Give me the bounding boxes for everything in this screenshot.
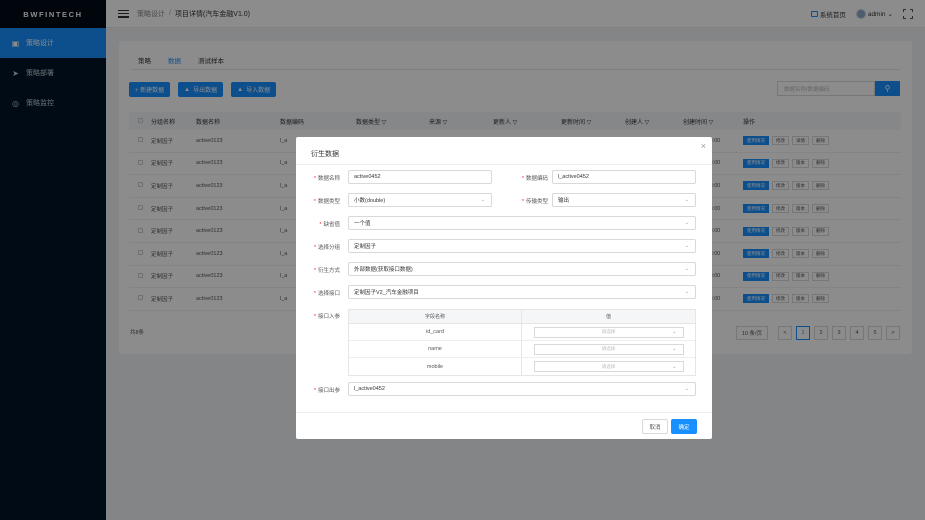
- param-value-select[interactable]: 请选择 ⌄: [533, 361, 684, 372]
- transfer-label: * 传输类型: [521, 199, 548, 205]
- table-row: mobile 请选择 ⌄: [349, 358, 695, 375]
- table-row: name 请选择 ⌄: [349, 341, 695, 358]
- method-label: * 衍生方式: [313, 268, 340, 274]
- name-field[interactable]: active0452: [348, 170, 492, 184]
- table-row: id_card 请选择 ⌄: [349, 324, 695, 341]
- transfer-select-value: 输出: [558, 198, 570, 204]
- chevron-down-icon: ⌄: [684, 289, 689, 295]
- type-select-value: 小数(double): [354, 198, 386, 204]
- group-select[interactable]: 定制因子 ⌄: [348, 239, 696, 253]
- api-select-value: 定制因子V2_汽车金融项目: [354, 290, 419, 296]
- group-select-value: 定制因子: [354, 244, 377, 250]
- param-name: id_card: [349, 324, 522, 340]
- name-label: * 数据名称: [313, 176, 340, 182]
- param-name: mobile: [349, 358, 522, 375]
- param-value-placeholder: 请选择: [601, 363, 616, 369]
- cancel-button[interactable]: 取消: [642, 419, 668, 434]
- param-value-select[interactable]: 请选择 ⌄: [533, 343, 684, 355]
- code-label: * 数据编码: [521, 176, 548, 182]
- code-field[interactable]: l_active0452: [552, 170, 696, 184]
- chevron-down-icon: ⌄: [480, 197, 485, 203]
- param-name: name: [349, 341, 522, 357]
- output-params-label: * 接口出参: [313, 388, 340, 394]
- param-value-placeholder: 请选择: [601, 346, 616, 351]
- input-params-table: 字段名称 值 id_card 请选择 ⌄ name 请选择 ⌄ mobile 请选择…: [348, 309, 696, 376]
- close-icon[interactable]: ×: [701, 141, 706, 151]
- chevron-down-icon: ⌄: [684, 266, 689, 272]
- input-params-label: * 接口入参: [313, 314, 340, 320]
- modal-title: 衍生数据: [311, 151, 339, 158]
- chevron-down-icon: ⌄: [672, 363, 677, 370]
- type-label: * 数据类型: [313, 199, 340, 205]
- default-label: * 缺省值: [319, 222, 340, 228]
- method-select-value: 外部数据(获取接口数据): [354, 267, 413, 273]
- method-select[interactable]: 外部数据(获取接口数据) ⌄: [348, 262, 696, 276]
- chevron-down-icon: ⌄: [672, 346, 677, 352]
- chevron-down-icon: ⌄: [672, 329, 677, 335]
- api-select[interactable]: 定制因子V2_汽车金融项目 ⌄: [348, 285, 696, 299]
- column-header: 字段名称: [349, 310, 522, 323]
- group-label: * 选择分组: [313, 245, 340, 251]
- api-label: * 选择接口: [313, 291, 340, 297]
- chevron-down-icon: ⌄: [684, 220, 689, 226]
- transfer-select[interactable]: 输出 ⌄: [552, 193, 696, 207]
- confirm-button[interactable]: 确定: [671, 419, 697, 434]
- derived-data-modal: 衍生数据 × * 数据名称 active0452 * 数据编码 l_active04…: [296, 137, 712, 439]
- type-select[interactable]: 小数(double) ⌄: [348, 193, 492, 207]
- output-select-value: l_active0452: [354, 386, 385, 392]
- default-select[interactable]: 一个值 ⌄: [348, 216, 696, 230]
- column-header: 值: [605, 314, 611, 320]
- param-value-placeholder: 请选择: [601, 329, 616, 334]
- default-select-value: 一个值: [354, 221, 371, 227]
- param-value-select[interactable]: 请选择 ⌄: [533, 326, 684, 338]
- chevron-down-icon: ⌄: [684, 243, 689, 249]
- chevron-down-icon: ⌄: [684, 386, 689, 392]
- chevron-down-icon: ⌄: [684, 197, 689, 203]
- output-select[interactable]: l_active0452 ⌄: [348, 382, 696, 396]
